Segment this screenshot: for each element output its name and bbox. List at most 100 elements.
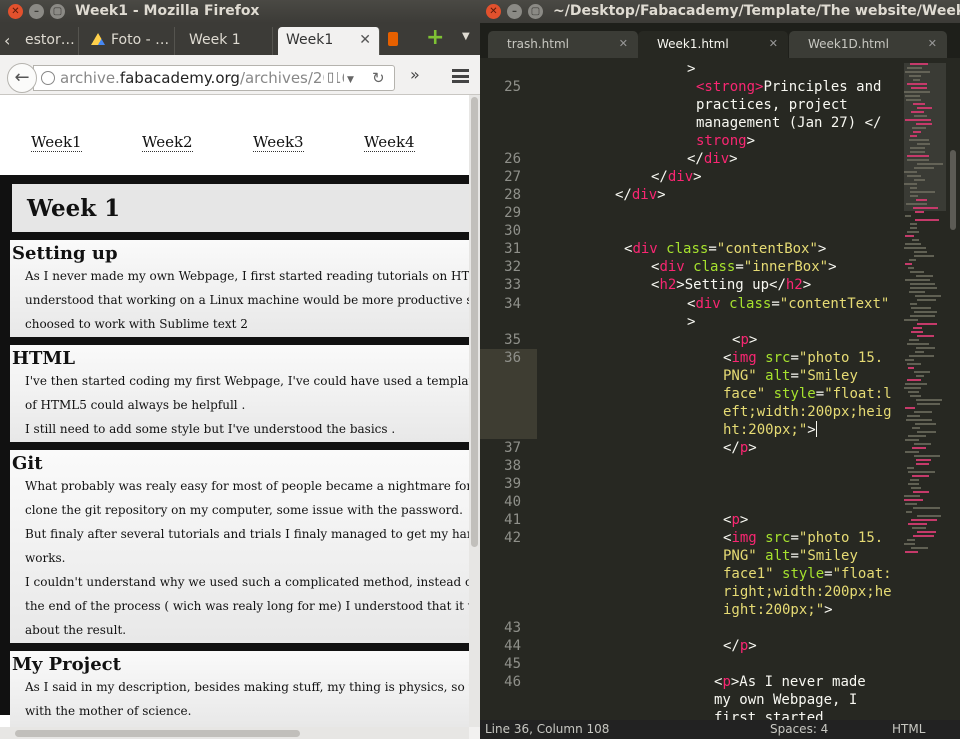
code-line: ht:200px;"> [723, 421, 817, 438]
minimap-line [904, 495, 920, 497]
tab-close-icon[interactable]: ✕ [619, 31, 628, 57]
browser-tab-strip: ‹ estor… Foto - … Week 1 Week1 ✕ + ▼ [0, 23, 480, 55]
minimap-line [917, 531, 936, 533]
code-line: </div> [651, 169, 702, 185]
editor-tab-trash[interactable]: trash.html ✕ [488, 31, 638, 58]
new-tab-plus-icon[interactable]: + [426, 25, 444, 50]
code-line: eft;width:200px;heig [723, 404, 892, 420]
divider [0, 232, 469, 240]
url-bar[interactable]: archive.fabacademy.org/archives/2016 ▯ ▼… [33, 65, 395, 91]
section-heading: Setting up [12, 243, 118, 264]
scrollbar-thumb[interactable] [471, 97, 478, 547]
paragraph-line: What probably was realy easy for most of… [25, 479, 469, 493]
maximize-window-icon[interactable]: ▢ [50, 4, 65, 19]
editor-scrollbar-thumb[interactable] [950, 150, 956, 230]
minimap-line [917, 299, 936, 301]
vertical-scrollbar[interactable] [469, 95, 480, 727]
nav-link-week2[interactable]: Week2 [142, 133, 193, 152]
tab-list-chevron-icon[interactable]: ▼ [462, 31, 470, 42]
reader-view-icon[interactable]: ▯ [324, 66, 338, 90]
paragraph-line: choosed to work with Sublime text 2 [25, 317, 248, 331]
scrollbar-thumb[interactable] [15, 730, 300, 737]
status-bar: Line 36, Column 108 Spaces: 4 HTML [480, 720, 960, 739]
code-line: </p> [723, 440, 757, 456]
minimap-line [904, 183, 917, 185]
syntax-mode[interactable]: HTML [892, 720, 925, 739]
section-heading: HTML [12, 348, 75, 369]
minimap-line [910, 283, 935, 285]
text-cursor [815, 421, 817, 437]
editor-tab-week1d[interactable]: Week1D.html ✕ [789, 31, 947, 58]
url-domain: fabacademy.org [119, 69, 240, 87]
minimap-line [908, 391, 919, 393]
minimap-line [915, 211, 924, 213]
code-line: practices, project [696, 97, 848, 113]
tab-close-icon[interactable]: ✕ [359, 27, 371, 53]
tab-close-icon[interactable]: ✕ [928, 31, 937, 57]
minimap-line [916, 199, 927, 201]
browser-tab-1[interactable]: estor… [17, 27, 79, 55]
editor-tab-week1[interactable]: Week1.html ✕ [638, 31, 788, 58]
hamburger-menu-icon[interactable] [452, 69, 469, 83]
divider [0, 175, 469, 184]
minimap-line [917, 515, 941, 517]
tab-scroll-left-icon[interactable]: ‹ [4, 31, 10, 50]
minimap-line [914, 443, 931, 445]
minimap-line [911, 547, 928, 549]
minimap-line [911, 111, 924, 113]
code-line: ight:200px;"> [723, 602, 833, 618]
minimap-line [909, 339, 919, 341]
nav-link-week3[interactable]: Week3 [253, 133, 304, 152]
overflow-chevron-icon[interactable]: » [410, 65, 420, 84]
close-window-icon[interactable]: ✕ [486, 4, 501, 19]
minimap-line [909, 355, 934, 357]
minimap-line [907, 343, 929, 345]
minimap-line [908, 435, 926, 437]
minimap-line [906, 99, 921, 101]
minimize-window-icon[interactable]: – [29, 4, 44, 19]
minimap-line [917, 323, 937, 325]
reload-icon[interactable]: ↻ [369, 66, 388, 90]
tab-close-icon[interactable]: ✕ [769, 31, 778, 57]
url-dropdown-icon[interactable]: ▼ [344, 68, 357, 90]
indentation-setting[interactable]: Spaces: 4 [770, 720, 828, 739]
minimap-line [913, 207, 938, 209]
minimap-line [904, 543, 915, 545]
back-arrow-icon[interactable]: ← [7, 63, 37, 93]
minimap-line [911, 487, 921, 489]
minimap-line [915, 351, 924, 353]
firefox-titlebar: ✕ – ▢ Week1 - Mozilla Firefox [0, 0, 480, 23]
minimap-line [908, 267, 914, 269]
minimap-line [912, 475, 929, 477]
paragraph-line: of HTML5 could always be helpfull . [25, 398, 246, 412]
paragraph-line: I've then started coding my first Webpag… [25, 374, 469, 388]
nav-link-week4[interactable]: Week4 [364, 133, 415, 152]
browser-tab-3[interactable]: Week 1 [181, 27, 273, 55]
code-editor[interactable]: > <strong>Principles and practices, proj… [480, 58, 900, 726]
minimap-line [916, 375, 924, 377]
code-line: <div class="contentText" [687, 296, 890, 312]
minimap-line [912, 239, 919, 241]
minimap-line [904, 171, 917, 173]
divider [0, 643, 469, 651]
code-line: <div class="innerBox"> [651, 259, 837, 275]
browser-tab-2[interactable]: Foto - … [83, 27, 175, 55]
nav-link-week1[interactable]: Week1 [31, 133, 82, 152]
minimap-line [907, 155, 929, 157]
minimap-line [911, 307, 931, 309]
minimap-line [904, 91, 930, 93]
close-window-icon[interactable]: ✕ [8, 4, 23, 19]
browser-tab-active[interactable]: Week1 ✕ [278, 27, 380, 55]
editor-tab-strip: trash.html ✕ Week1.html ✕ Week1D.html ✕ [480, 23, 960, 58]
minimize-window-icon[interactable]: – [507, 4, 522, 19]
site-identity-icon[interactable] [41, 71, 55, 85]
minimap[interactable] [904, 63, 946, 563]
minimap-line [907, 363, 921, 365]
minimap-line [905, 551, 918, 553]
tab-overflow-icon[interactable] [388, 32, 398, 46]
sublime-window: ✕ – ▢ ~/Desktop/Fabacademy/Template/The … [480, 0, 960, 739]
minimap-line [917, 335, 934, 337]
horizontal-scrollbar[interactable] [0, 727, 469, 739]
maximize-window-icon[interactable]: ▢ [528, 4, 543, 19]
minimap-line [911, 331, 923, 333]
